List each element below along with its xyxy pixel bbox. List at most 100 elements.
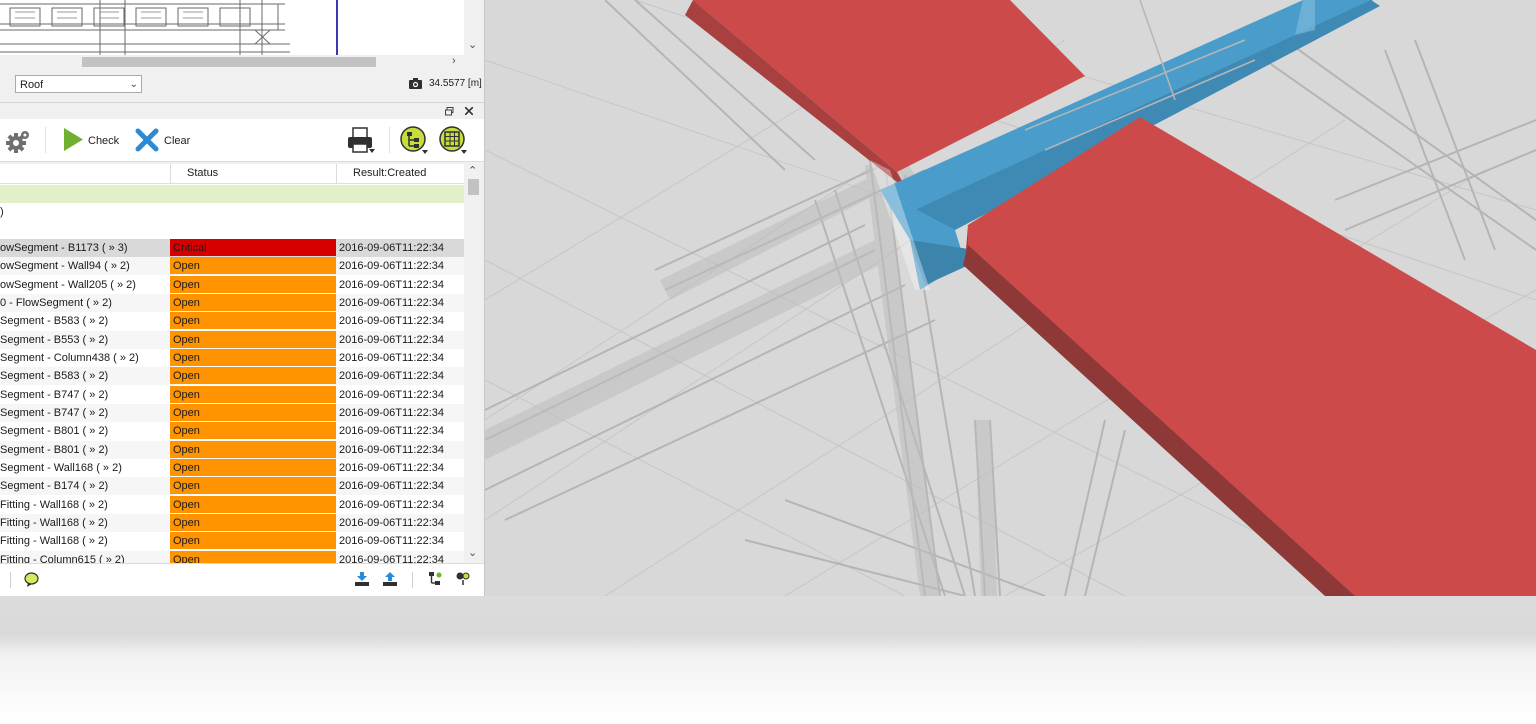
- column-divider[interactable]: [336, 164, 337, 184]
- status-cell[interactable]: Open: [170, 367, 336, 385]
- comment-icon[interactable]: [24, 572, 40, 587]
- status-cell[interactable]: Open: [170, 293, 336, 311]
- created-cell: 2016-09-06T11:22:34: [339, 242, 444, 254]
- status-cell[interactable]: Open: [170, 532, 336, 550]
- floor-plan-drawing: [0, 0, 338, 55]
- status-cell[interactable]: Open: [170, 458, 336, 476]
- level-bar: Roof ⌄ 34.5577 [m]: [0, 72, 484, 98]
- chevron-down-icon[interactable]: ⌄: [468, 546, 477, 559]
- level-select[interactable]: Roof ⌄: [15, 75, 142, 93]
- clash-name-cell: Segment - B747 ( » 2): [0, 388, 109, 401]
- scrollbar-thumb[interactable]: [82, 57, 376, 67]
- table-row[interactable]: Segment - B747 ( » 2) Open 2016-09-06T11:2…: [0, 403, 464, 422]
- table-row[interactable]: owSegment - Wall205 ( » 2) Open 2016-09-06…: [0, 275, 464, 294]
- clear-x-icon: [135, 128, 159, 152]
- status-cell[interactable]: Open: [170, 403, 336, 421]
- created-cell: 2016-09-06T11:22:34: [339, 351, 444, 364]
- table-row[interactable]: Segment - B747 ( » 2) Open 2016-09-06T11:2…: [0, 385, 464, 404]
- created-cell: 2016-09-06T11:22:34: [339, 498, 444, 511]
- column-header-status[interactable]: Status: [187, 167, 218, 179]
- clash-name-cell: Segment - B583 ( » 2): [0, 315, 109, 328]
- table-row[interactable]: Fitting - Wall168 ( » 2) Open 2016-09-06T1…: [0, 495, 464, 514]
- created-cell: 2016-09-06T11:22:34: [339, 425, 444, 438]
- plan-vertical-scrollbar[interactable]: ⌄: [464, 0, 484, 55]
- column-header-result-created[interactable]: Result:Created: [353, 167, 426, 179]
- table-view-icon[interactable]: [438, 125, 468, 155]
- chevron-right-icon[interactable]: ›: [452, 55, 456, 67]
- table-row[interactable]: Fitting - Wall168 ( » 2) Open 2016-09-06T1…: [0, 513, 464, 532]
- clash-name-cell: owSegment - B1173 ( » 3): [0, 242, 128, 254]
- clash-name-cell: Segment - B747 ( » 2): [0, 406, 109, 419]
- table-row[interactable]: Segment - B174 ( » 2) Open 2016-09-06T11:2…: [0, 477, 464, 496]
- created-cell: 2016-09-06T11:22:34: [339, 333, 444, 346]
- status-cell[interactable]: Open: [170, 385, 336, 403]
- table-row[interactable]: Segment - B801 ( » 2) Open 2016-09-06T11:2…: [0, 422, 464, 440]
- status-cell[interactable]: Open: [170, 513, 336, 531]
- table-row[interactable]: Segment - B583 ( » 2) Open 2016-09-06T11:2…: [0, 367, 464, 386]
- status-cell[interactable]: Open: [170, 550, 336, 563]
- clash-name-cell: Segment - Column438 ( » 2): [0, 351, 139, 364]
- created-cell: 2016-09-06T11:22:34: [339, 480, 444, 493]
- created-cell: 2016-09-06T11:22:34: [339, 315, 444, 328]
- clear-label: Clear: [164, 135, 191, 147]
- created-cell: 2016-09-06T11:22:34: [339, 370, 444, 383]
- status-cell[interactable]: Open: [170, 330, 336, 348]
- window-bottom-area: [0, 596, 1536, 724]
- status-cell[interactable]: Open: [170, 257, 336, 275]
- clash-name-cell: Segment - B553 ( » 2): [0, 333, 109, 346]
- group-row[interactable]: ): [0, 203, 464, 221]
- scrollbar-thumb[interactable]: [468, 179, 479, 195]
- status-cell[interactable]: Open: [170, 440, 336, 458]
- results-vertical-scrollbar[interactable]: ⌃ ⌄: [464, 164, 484, 563]
- group-row-highlight[interactable]: [0, 185, 464, 203]
- clash-results-list: ) owSegment - B1173 ( » 3) Critical 2016-0…: [0, 184, 464, 563]
- restore-icon[interactable]: [445, 107, 454, 116]
- clash-name-cell: Segment - B801 ( » 2): [0, 425, 109, 438]
- table-row[interactable]: owSegment - B1173 ( » 3) Critical 2016-09-…: [0, 239, 464, 257]
- status-cell[interactable]: Open: [170, 275, 336, 293]
- clash-name-cell: Segment - B583 ( » 2): [0, 370, 109, 383]
- filter-icon[interactable]: [456, 571, 470, 586]
- clear-button[interactable]: Clear: [133, 125, 193, 155]
- table-row[interactable]: Segment - B801 ( » 2) Open 2016-09-06T11:2…: [0, 440, 464, 459]
- level-select-value: Roof: [20, 79, 44, 91]
- import-icon[interactable]: [355, 572, 369, 586]
- table-row[interactable]: Segment - B583 ( » 2) Open 2016-09-06T11:2…: [0, 312, 464, 330]
- close-icon[interactable]: [465, 107, 473, 115]
- status-cell[interactable]: Open: [170, 348, 336, 366]
- table-row[interactable]: Fitting - Wall168 ( » 2) Open 2016-09-06T1…: [0, 532, 464, 550]
- table-row[interactable]: Segment - B553 ( » 2) Open 2016-09-06T11:2…: [0, 330, 464, 349]
- clash-name-cell: Segment - Wall168 ( » 2): [0, 461, 122, 474]
- status-cell[interactable]: Open: [170, 312, 336, 330]
- floor-plan-thumbnail[interactable]: [0, 0, 464, 55]
- check-button[interactable]: Check: [60, 125, 120, 155]
- export-icon[interactable]: [383, 572, 397, 586]
- status-cell[interactable]: Open: [170, 477, 336, 495]
- table-row[interactable]: Fitting - Column615 ( » 2) Open 2016-09-06…: [0, 550, 464, 563]
- plan-horizontal-scrollbar[interactable]: ›: [0, 55, 464, 69]
- tree-icon[interactable]: [428, 571, 442, 586]
- created-cell: 2016-09-06T11:22:34: [339, 296, 444, 309]
- 3d-scene: [485, 0, 1536, 596]
- created-cell: 2016-09-06T11:22:34: [339, 260, 444, 273]
- 3d-model-viewport[interactable]: [485, 0, 1536, 596]
- chevron-up-icon[interactable]: ⌃: [468, 164, 477, 177]
- grid-header: Status Result:Created: [0, 164, 464, 184]
- chevron-down-icon[interactable]: ⌄: [468, 38, 477, 51]
- clash-name-cell: owSegment - Wall94 ( » 2): [0, 260, 130, 273]
- table-row[interactable]: Segment - Wall168 ( » 2) Open 2016-09-06T1…: [0, 458, 464, 477]
- table-row[interactable]: owSegment - Wall94 ( » 2) Open 2016-09-06T…: [0, 257, 464, 276]
- table-row[interactable]: Segment - Column438 ( » 2) Open 2016-09-06…: [0, 348, 464, 367]
- status-cell[interactable]: Critical: [170, 239, 336, 256]
- status-cell[interactable]: Open: [170, 495, 336, 513]
- printer-icon[interactable]: [347, 127, 375, 155]
- clash-name-cell: Segment - B174 ( » 2): [0, 480, 109, 493]
- status-cell[interactable]: Open: [170, 422, 336, 440]
- camera-icon[interactable]: [409, 78, 422, 89]
- hierarchy-view-icon[interactable]: [399, 125, 429, 155]
- created-cell: 2016-09-06T11:22:34: [339, 553, 444, 563]
- table-row[interactable]: 0 - FlowSegment ( » 2) Open 2016-09-06T11:…: [0, 293, 464, 312]
- column-divider[interactable]: [170, 164, 171, 184]
- gear-icon[interactable]: [4, 127, 32, 155]
- created-cell: 2016-09-06T11:22:34: [339, 516, 444, 529]
